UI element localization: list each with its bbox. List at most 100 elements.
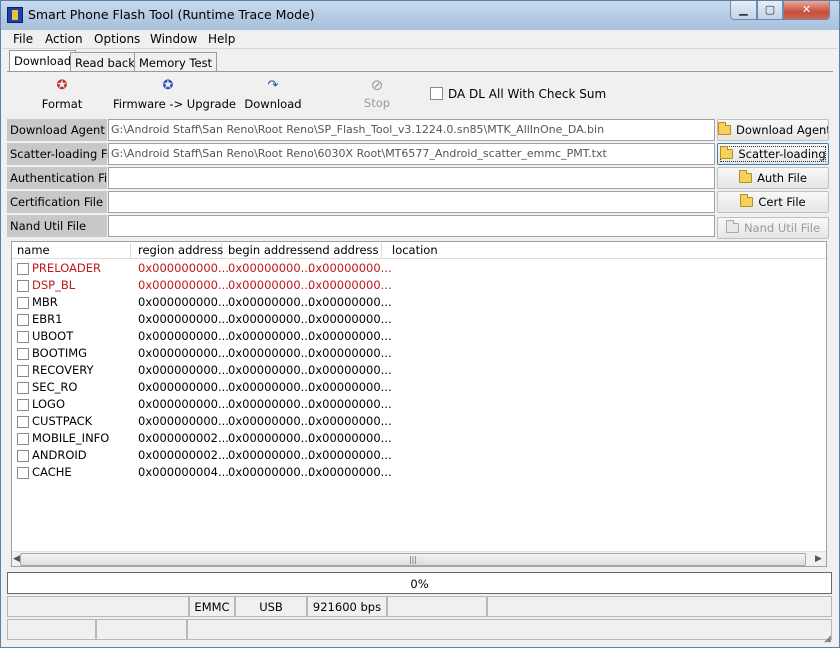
row-checkbox[interactable] [17, 348, 29, 360]
row-checkbox[interactable] [17, 280, 29, 292]
row-checkbox[interactable] [17, 399, 29, 411]
menu-action[interactable]: Action [45, 32, 83, 46]
maximize-button[interactable]: ▢ [757, 1, 783, 20]
tab-read-back[interactable]: Read back [70, 52, 140, 72]
column-name[interactable]: name [12, 243, 131, 258]
row-checkbox[interactable] [17, 433, 29, 445]
cell-end-address: 0x00000000... [308, 363, 392, 377]
app-icon [7, 7, 23, 23]
table-row[interactable]: DSP_BL 0x000000000... 0x00000000... 0x00000… [12, 277, 826, 294]
download-button[interactable]: ↷ Download [244, 78, 302, 112]
nand-util-file-button[interactable]: Nand Util File [717, 217, 829, 239]
cell-region-address: 0x000000000... [138, 295, 229, 309]
scroll-right-icon[interactable]: ▶ [815, 552, 822, 566]
column-location[interactable]: location [387, 243, 507, 258]
cell-end-address: 0x00000000... [308, 448, 392, 462]
table-row[interactable]: UBOOT 0x000000000... 0x00000000... 0x000000… [12, 328, 826, 345]
table-row[interactable]: EBR1 0x000000000... 0x00000000... 0x0000000… [12, 311, 826, 328]
cell-region-address: 0x000000000... [138, 312, 229, 326]
tab-download[interactable]: Download [9, 50, 77, 72]
cell-begin-address: 0x00000000... [228, 380, 312, 394]
cell-end-address: 0x00000000... [308, 414, 392, 428]
format-label: Format [41, 97, 83, 111]
cell-region-address: 0x000000000... [138, 363, 229, 377]
stop-label: Stop [363, 96, 391, 110]
menu-help[interactable]: Help [208, 32, 235, 46]
cell-end-address: 0x00000000... [308, 346, 392, 360]
status-port: USB [235, 596, 307, 617]
window-title: Smart Phone Flash Tool (Runtime Trace Mo… [28, 7, 315, 22]
cell-begin-address: 0x00000000... [228, 261, 312, 275]
cell-name: LOGO [32, 397, 66, 411]
column-region-address[interactable]: region address [133, 243, 223, 258]
cell-name: MBR [32, 295, 58, 309]
progress-text: 0% [410, 577, 429, 591]
cell-region-address: 0x000000004... [138, 465, 229, 479]
scatter-loading-field[interactable]: G:\Android Staff\San Reno\Root Reno\6030… [108, 143, 715, 165]
menu-window[interactable]: Window [150, 32, 197, 46]
table-row[interactable]: SEC_RO 0x000000000... 0x00000000... 0x00000… [12, 379, 826, 396]
cert-file-button[interactable]: Cert File [717, 191, 829, 213]
row-checkbox[interactable] [17, 297, 29, 309]
download-arrow-icon: ↷ [267, 78, 279, 93]
cell-region-address: 0x000000000... [138, 397, 229, 411]
cell-region-address: 0x000000000... [138, 346, 229, 360]
row-checkbox[interactable] [17, 467, 29, 479]
cell-end-address: 0x00000000... [308, 397, 392, 411]
auth-file-button[interactable]: Auth File [717, 167, 829, 189]
row-checkbox[interactable] [17, 416, 29, 428]
checkbox-box[interactable] [430, 87, 443, 100]
firmware-upgrade-button[interactable]: ✪ Firmware -> Upgrade [113, 78, 236, 112]
table-row[interactable]: ANDROID 0x000000002... 0x00000000... 0x0000… [12, 447, 826, 464]
cell-end-address: 0x00000000... [308, 329, 392, 343]
column-end-address[interactable]: end address [303, 243, 382, 258]
authentication-field[interactable] [108, 167, 715, 189]
table-row[interactable]: PRELOADER 0x000000000... 0x00000000... 0x00… [12, 260, 826, 277]
firmware-upgrade-icon: ✪ [162, 78, 174, 93]
table-row[interactable]: BOOTIMG 0x000000000... 0x00000000... 0x0000… [12, 345, 826, 362]
row-checkbox[interactable] [17, 314, 29, 326]
scatter-loading-button[interactable]: Scatter-loading [717, 143, 829, 165]
cell-end-address: 0x00000000... [308, 431, 392, 445]
table-row[interactable]: CUSTPACK 0x000000000... 0x00000000... 0x000… [12, 413, 826, 430]
certification-field[interactable] [108, 191, 715, 213]
minimize-button[interactable]: ▁ [730, 1, 757, 20]
table-row[interactable]: RECOVERY 0x000000000... 0x00000000... 0x000… [12, 362, 826, 379]
row-checkbox[interactable] [17, 331, 29, 343]
format-button[interactable]: ✪ Format [41, 78, 83, 112]
row-checkbox[interactable] [17, 382, 29, 394]
table-row[interactable]: MOBILE_INFO 0x000000002... 0x00000000... 0x… [12, 430, 826, 447]
title-bar[interactable]: Smart Phone Flash Tool (Runtime Trace Mo… [1, 1, 839, 30]
da-checksum-checkbox[interactable]: DA DL All With Check Sum [430, 87, 606, 101]
row-checkbox[interactable] [17, 450, 29, 462]
close-icon: ✕ [801, 3, 812, 16]
download-agent-label: Download Agent [7, 119, 107, 141]
download-label: Download [244, 97, 302, 111]
da-checksum-label: DA DL All With Check Sum [448, 87, 607, 101]
download-agent-button[interactable]: Download Agent [717, 119, 829, 141]
menu-options[interactable]: Options [94, 32, 140, 46]
scrollbar-thumb[interactable]: ||| [20, 553, 806, 566]
column-begin-address[interactable]: begin address [223, 243, 309, 258]
scroll-left-icon[interactable]: ◀ [13, 552, 20, 566]
firmware-upgrade-label: Firmware -> Upgrade [113, 97, 236, 111]
tab-memory-test[interactable]: Memory Test [134, 52, 218, 72]
row-checkbox[interactable] [17, 365, 29, 377]
download-agent-field[interactable]: G:\Android Staff\San Reno\Root Reno\SP_F… [108, 119, 715, 141]
close-button[interactable]: ✕ [783, 1, 830, 20]
folder-icon [725, 220, 739, 233]
table-row[interactable]: LOGO 0x000000000... 0x00000000... 0x0000000… [12, 396, 826, 413]
cell-name: BOOTIMG [32, 346, 88, 360]
cell-region-address: 0x000000000... [138, 261, 229, 275]
cell-name: PRELOADER [32, 261, 102, 275]
cell-region-address: 0x000000000... [138, 380, 229, 394]
table-row[interactable]: CACHE 0x000000004... 0x00000000... 0x000000… [12, 464, 826, 481]
table-row[interactable]: MBR 0x000000000... 0x00000000... 0x00000000… [12, 294, 826, 311]
nand-util-field[interactable] [108, 215, 715, 237]
stop-button[interactable]: ⊘ Stop [362, 78, 392, 111]
menu-file[interactable]: File [13, 32, 33, 46]
horizontal-scrollbar[interactable]: ◀ ||| ▶ [12, 551, 826, 566]
format-icon: ✪ [56, 78, 68, 93]
row-checkbox[interactable] [17, 263, 29, 275]
resize-grip-icon[interactable]: ◢ [824, 634, 836, 646]
